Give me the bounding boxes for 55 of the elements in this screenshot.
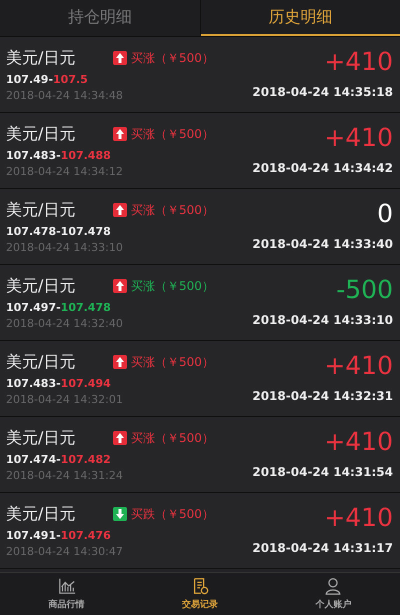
up-arrow-icon — [113, 51, 127, 65]
currency-pair: 美元/日元 — [6, 200, 76, 220]
order-label: 买涨（￥500） — [131, 278, 214, 294]
tab[interactable]: 持仓明细 — [0, 0, 200, 36]
up-arrow-icon — [113, 431, 127, 445]
up-arrow-icon — [113, 279, 127, 293]
price-range: 107.491-107.476 — [6, 529, 112, 542]
chart-icon — [58, 577, 76, 595]
open-time: 2018-04-24 14:30:47 — [6, 545, 124, 558]
open-time: 2018-04-24 14:32:01 — [6, 393, 124, 406]
nav-tab[interactable]: 交易记录 — [133, 573, 267, 615]
profit-amount: +410 — [324, 503, 393, 533]
currency-pair: 美元/日元 — [6, 48, 76, 68]
order-label: 买涨（￥500） — [131, 202, 214, 218]
close-time: 2018-04-24 14:34:42 — [252, 161, 393, 175]
down-arrow-icon — [113, 507, 127, 521]
up-arrow-icon — [113, 127, 127, 141]
close-time: 2018-04-24 14:31:17 — [252, 541, 393, 555]
profit-amount: +410 — [324, 427, 393, 457]
open-time: 2018-04-24 14:34:48 — [6, 89, 124, 102]
currency-pair: 美元/日元 — [6, 504, 76, 524]
close-time: 2018-04-24 14:33:10 — [252, 313, 393, 327]
profit-amount: +410 — [324, 47, 393, 77]
up-arrow-icon — [113, 355, 127, 369]
nav-tab[interactable]: 商品行情 — [0, 573, 134, 615]
price-range: 107.497-107.478 — [6, 301, 112, 314]
profit-amount: +410 — [324, 123, 393, 153]
price-range: 107.478-107.478 — [6, 225, 112, 238]
close-time: 2018-04-24 14:32:31 — [252, 389, 393, 403]
open-time: 2018-04-24 14:34:12 — [6, 165, 124, 178]
price-range: 107.49-107.5 — [6, 73, 89, 86]
order-label: 买涨（￥500） — [131, 50, 214, 66]
profit-amount: 0 — [377, 199, 393, 229]
close-time: 2018-04-24 14:31:54 — [252, 465, 393, 479]
currency-pair: 美元/日元 — [6, 428, 76, 448]
profit-amount: +410 — [324, 351, 393, 381]
nav-tab[interactable]: 个人账户 — [266, 573, 400, 615]
price-range: 107.483-107.488 — [6, 149, 112, 162]
order-label: 买涨（￥500） — [131, 126, 214, 142]
close-time: 2018-04-24 14:35:18 — [252, 85, 393, 99]
profit-amount: -500 — [336, 275, 393, 305]
person-icon — [324, 577, 342, 595]
order-label: 买涨（￥500） — [131, 354, 214, 370]
currency-pair: 美元/日元 — [6, 124, 76, 144]
close-time: 2018-04-24 14:33:40 — [252, 237, 393, 251]
order-label: 买跌（￥500） — [131, 506, 214, 522]
currency-pair: 美元/日元 — [6, 352, 76, 372]
open-time: 2018-04-24 14:32:40 — [6, 317, 124, 330]
up-arrow-icon — [113, 203, 127, 217]
currency-pair: 美元/日元 — [6, 276, 76, 296]
open-time: 2018-04-24 14:31:24 — [6, 469, 124, 482]
price-range: 107.474-107.482 — [6, 453, 112, 466]
price-range: 107.483-107.494 — [6, 377, 112, 390]
order-label: 买涨（￥500） — [131, 430, 214, 446]
open-time: 2018-04-24 14:33:10 — [6, 241, 124, 254]
